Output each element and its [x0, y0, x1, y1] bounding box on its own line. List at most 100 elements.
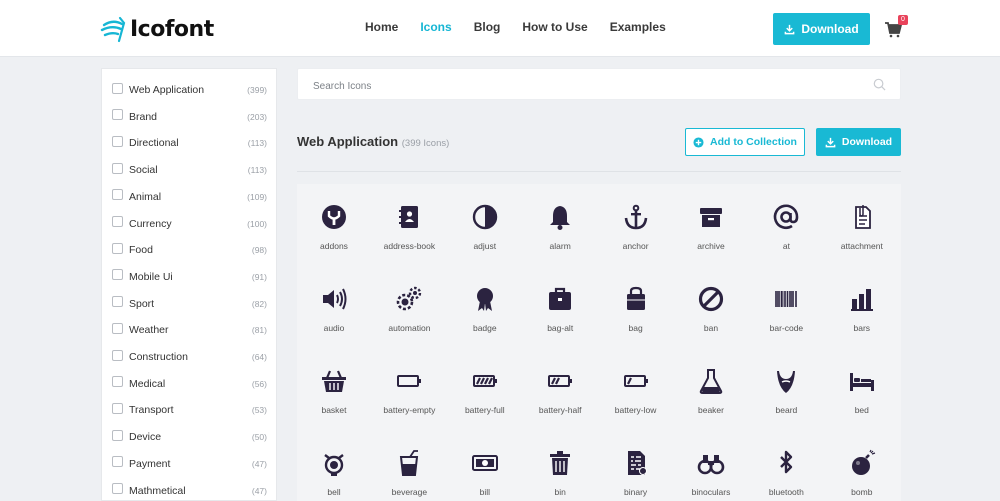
category-label: Social	[129, 164, 158, 177]
category-item[interactable]: Mobile Ui (91)	[112, 267, 267, 287]
category-checkbox[interactable]	[112, 349, 123, 361]
icon-card[interactable]: bluetooth	[749, 430, 823, 501]
beard-icon	[777, 371, 796, 393]
category-checkbox[interactable]	[112, 483, 123, 494]
category-checkbox[interactable]	[112, 402, 123, 414]
icon-card[interactable]: addons	[297, 184, 371, 266]
icon-card[interactable]: battery-full	[448, 348, 522, 430]
category-item[interactable]: Social (113)	[112, 160, 267, 180]
category-item[interactable]: Transport (53)	[112, 400, 267, 420]
icon-name-label: battery-full	[464, 405, 505, 415]
icon-card[interactable]: bag-alt	[523, 266, 597, 348]
ban-icon	[698, 286, 724, 312]
category-item[interactable]: Brand (203)	[112, 107, 267, 127]
category-item[interactable]: Web Application (399)	[112, 80, 267, 100]
category-label: Currency	[129, 217, 172, 230]
category-checkbox[interactable]	[112, 109, 123, 121]
icon-card[interactable]: anchor	[599, 184, 673, 266]
icon-card[interactable]: battery-half	[523, 348, 597, 430]
icon-card[interactable]: bell	[297, 430, 371, 501]
category-count: (81)	[251, 325, 267, 336]
category-item[interactable]: Device (50)	[112, 427, 267, 447]
search-input[interactable]	[311, 77, 855, 95]
category-label: Web Application	[129, 84, 205, 96]
category-checkbox[interactable]	[112, 376, 123, 388]
icon-card[interactable]: audio	[297, 266, 371, 348]
category-checkbox[interactable]	[112, 82, 123, 94]
icon-card[interactable]: at	[749, 184, 823, 266]
category-item[interactable]: Sport (82)	[112, 294, 267, 314]
icon-card[interactable]: automation	[372, 266, 446, 348]
category-item[interactable]: Animal (109)	[112, 187, 267, 207]
icon-card[interactable]: archive	[674, 184, 748, 266]
category-item[interactable]: Medical (56)	[112, 374, 267, 394]
icon-card[interactable]: adjust	[448, 184, 522, 266]
icon-card[interactable]: basket	[297, 348, 371, 430]
battery-half-icon	[548, 375, 573, 387]
search-icon[interactable]	[873, 78, 886, 91]
icon-name-label: address-book	[383, 241, 436, 251]
battery-full-icon	[472, 375, 497, 387]
category-label: Animal	[129, 190, 162, 203]
category-checkbox[interactable]	[112, 242, 123, 254]
category-checkbox[interactable]	[112, 189, 123, 201]
category-checkbox[interactable]	[112, 216, 123, 227]
category-item[interactable]: Mathmetical (47)	[112, 481, 267, 501]
category-count: (50)	[251, 432, 267, 443]
bar-code-icon	[775, 291, 798, 307]
category-checkbox[interactable]	[112, 269, 123, 281]
nav-blog[interactable]: Blog	[474, 20, 501, 34]
icon-name-label: binoculars	[691, 487, 731, 497]
battery-empty-icon	[397, 375, 422, 387]
icon-card[interactable]: bin	[523, 430, 597, 501]
category-item[interactable]: Directional (113)	[112, 133, 267, 153]
icon-card[interactable]: bed	[825, 348, 899, 430]
header-download-button[interactable]: Download	[773, 13, 870, 45]
icon-card[interactable]: binary	[599, 430, 673, 501]
nav-how-to-use[interactable]: How to Use	[522, 20, 587, 34]
category-checkbox[interactable]	[112, 162, 123, 174]
icon-card[interactable]: address-book	[372, 184, 446, 266]
automation-icon	[397, 286, 422, 311]
category-checkbox[interactable]	[112, 456, 123, 468]
bin-icon	[550, 451, 571, 475]
header-download-label: Download	[801, 22, 859, 36]
icon-card[interactable]: binoculars	[674, 430, 748, 501]
nav-home[interactable]: Home	[365, 20, 398, 34]
icon-card[interactable]: beverage	[372, 430, 446, 501]
icon-name-label: bag	[628, 323, 643, 333]
icon-card[interactable]: battery-empty	[372, 348, 446, 430]
icon-name-label: binary	[624, 487, 648, 497]
icon-card[interactable]: attachment	[825, 184, 899, 266]
icon-card[interactable]: beaker	[674, 348, 748, 430]
category-checkbox[interactable]	[112, 429, 123, 441]
icon-card[interactable]: bill	[448, 430, 522, 501]
category-item[interactable]: Construction (64)	[112, 347, 267, 367]
category-item[interactable]: Weather (81)	[112, 320, 267, 340]
category-label: Device	[129, 431, 162, 444]
icon-card[interactable]: beard	[749, 348, 823, 430]
icon-card[interactable]: bag	[599, 266, 673, 348]
category-checkbox[interactable]	[112, 296, 123, 308]
section-icon-count: (399 Icons)	[401, 138, 450, 149]
category-checkbox[interactable]	[112, 135, 123, 147]
icon-card[interactable]: battery-low	[599, 348, 673, 430]
binary-icon	[627, 451, 647, 475]
category-item[interactable]: Payment (47)	[112, 454, 267, 474]
icon-card[interactable]: bar-code	[749, 266, 823, 348]
nav-icons[interactable]: Icons	[420, 20, 451, 34]
logo[interactable]: Icofont	[100, 14, 214, 44]
nav-examples[interactable]: Examples	[610, 20, 666, 34]
add-to-collection-button[interactable]: Add to Collection	[685, 128, 805, 156]
icon-card[interactable]: badge	[448, 266, 522, 348]
category-checkbox[interactable]	[112, 322, 123, 334]
icon-card[interactable]: bomb	[825, 430, 899, 501]
icon-card[interactable]: bars	[825, 266, 899, 348]
at-icon	[774, 204, 799, 230]
section-download-button[interactable]: Download	[816, 128, 901, 156]
category-item[interactable]: Currency (100)	[112, 214, 267, 234]
icon-card[interactable]: alarm	[523, 184, 597, 266]
icon-name-label: battery-half	[538, 405, 582, 415]
category-item[interactable]: Food (98)	[112, 240, 267, 260]
icon-card[interactable]: ban	[674, 266, 748, 348]
